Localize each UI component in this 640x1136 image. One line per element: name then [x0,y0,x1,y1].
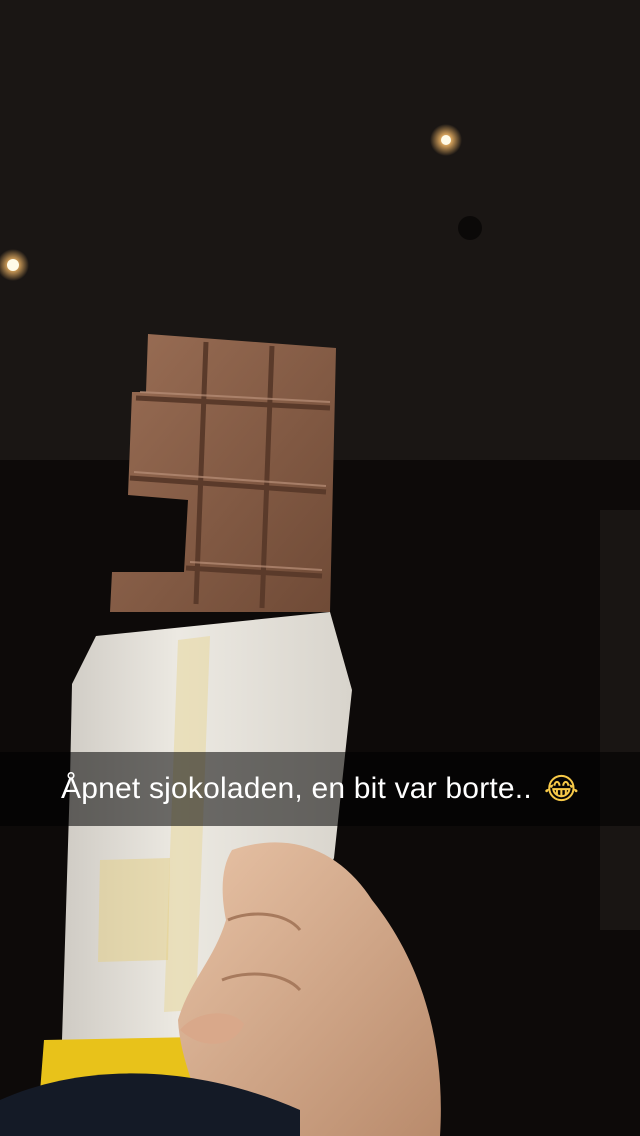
snap-viewer[interactable]: Åpnet sjokoladen, en bit var borte.. 😂 [0,0,640,1136]
snap-photo [0,0,640,1136]
doorframe [600,510,640,930]
snap-caption-text: Åpnet sjokoladen, en bit var borte.. [61,772,532,805]
snap-caption-bar[interactable]: Åpnet sjokoladen, en bit var borte.. 😂 [0,752,640,826]
tears-of-joy-emoji-icon: 😂 [543,771,579,807]
ceiling-fixture [458,216,482,240]
